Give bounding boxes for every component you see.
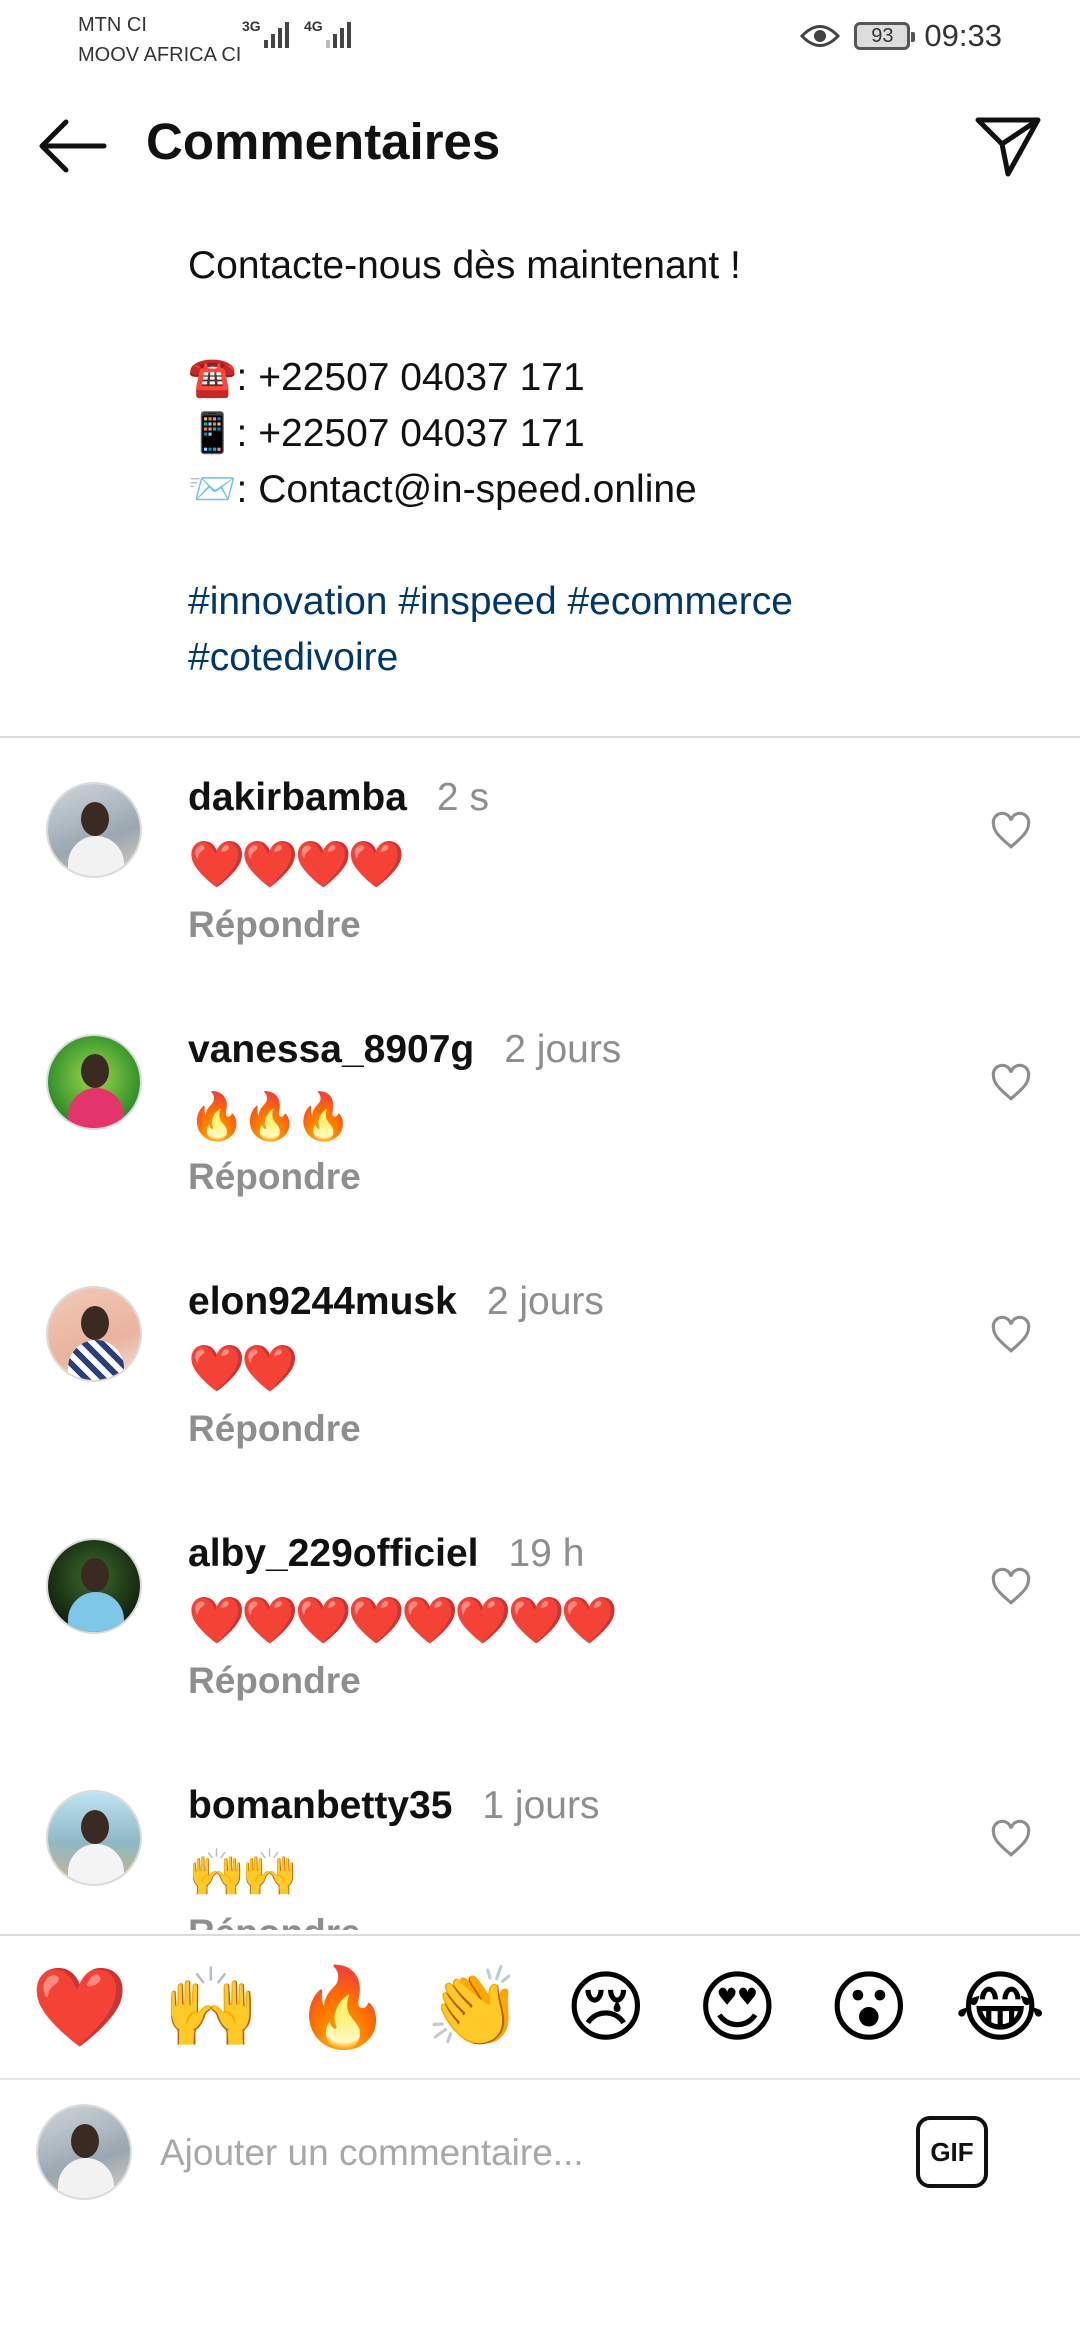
- caption-line: [188, 294, 1048, 350]
- status-bar: MTN CI MOOV AFRICA CI 3G 4G 93 09:33: [0, 0, 1080, 80]
- comment-text: ❤️❤️❤️❤️: [188, 838, 405, 890]
- emoji-heart-eyes-button[interactable]: 😍: [682, 1962, 792, 2052]
- emoji-clap-button[interactable]: 👏: [419, 1962, 529, 2052]
- avatar[interactable]: [46, 1790, 142, 1886]
- network-type-1: 3G: [242, 18, 261, 34]
- emoji-cry-button[interactable]: 😢: [551, 1962, 661, 2052]
- hashtag-link[interactable]: #innovation #inspeed #ecommerce: [188, 574, 1048, 630]
- heart-icon[interactable]: [990, 810, 1032, 852]
- comment-username[interactable]: bomanbetty35: [188, 1784, 452, 1828]
- avatar[interactable]: [46, 782, 142, 878]
- comment-text: 🔥🔥🔥: [188, 1090, 352, 1142]
- reply-button[interactable]: Répondre: [188, 904, 361, 946]
- reply-button[interactable]: Répondre: [188, 1408, 361, 1450]
- divider: [0, 736, 1080, 738]
- caption-line: 📱: +22507 04037 171: [188, 412, 585, 455]
- comment-composer: GIF: [0, 2082, 1080, 2222]
- network-type-2: 4G: [304, 18, 323, 34]
- emoji-laugh-button[interactable]: 😂: [945, 1962, 1055, 2052]
- comment-item: elon9244musk 2 jours ❤️❤️ Répondre: [0, 1244, 1080, 1496]
- comment-text: 🙌🙌: [188, 1846, 299, 1898]
- heart-icon[interactable]: [990, 1062, 1032, 1104]
- caption-line: ☎️: +22507 04037 171: [188, 356, 585, 399]
- reply-button[interactable]: Répondre: [188, 1156, 361, 1198]
- comment-item: alby_229officiel 19 h ❤️❤️❤️❤️❤️❤️❤️❤️ R…: [0, 1496, 1080, 1748]
- comment-username[interactable]: vanessa_8907g: [188, 1028, 474, 1072]
- emoji-fire-button[interactable]: 🔥: [288, 1962, 398, 2052]
- carrier-2: MOOV AFRICA CI: [78, 44, 242, 66]
- comment-text: ❤️❤️❤️❤️❤️❤️❤️❤️: [188, 1594, 618, 1646]
- comment-username[interactable]: elon9244musk: [188, 1280, 457, 1324]
- emoji-surprised-button[interactable]: 😮: [814, 1962, 924, 2052]
- comment-username[interactable]: dakirbamba: [188, 776, 407, 820]
- comment-time: 1 jours: [482, 1784, 600, 1827]
- heart-icon[interactable]: [990, 1314, 1032, 1356]
- carrier-1: MTN CI: [78, 14, 147, 36]
- header: Commentaires: [0, 90, 1080, 200]
- battery-icon: 93: [854, 22, 916, 50]
- avatar[interactable]: [46, 1538, 142, 1634]
- hashtag-link[interactable]: #cotedivoire: [188, 630, 1048, 686]
- heart-icon[interactable]: [990, 1566, 1032, 1608]
- heart-icon[interactable]: [990, 1818, 1032, 1860]
- comment-time: 2 jours: [504, 1028, 622, 1071]
- carrier-names: MTN CI MOOV AFRICA CI: [78, 10, 241, 70]
- comment-item: bomanbetty35 1 jours 🙌🙌 Répondre: [0, 1748, 1080, 1930]
- comment-time: 2 s: [436, 776, 489, 819]
- caption-line: Contacte-nous dès maintenant !: [188, 244, 741, 287]
- comment-input[interactable]: [160, 2122, 860, 2184]
- comment-time: 2 jours: [486, 1280, 604, 1323]
- comment-item: dakirbamba 2 s ❤️❤️❤️❤️ Répondre: [0, 740, 1080, 992]
- comment-username[interactable]: alby_229officiel: [188, 1532, 478, 1576]
- comment-item: vanessa_8907g 2 jours 🔥🔥🔥 Répondre: [0, 992, 1080, 1244]
- comments-list[interactable]: dakirbamba 2 s ❤️❤️❤️❤️ Répondre vanessa…: [0, 740, 1080, 1930]
- signal-icon: 3G: [242, 18, 289, 48]
- clock: 09:33: [924, 18, 1002, 53]
- post-caption: Contacte-nous dès maintenant ! ☎️: +2250…: [188, 238, 1048, 686]
- caption-line: [188, 518, 1048, 574]
- avatar[interactable]: [46, 1034, 142, 1130]
- signal-icon: 4G: [304, 18, 351, 48]
- comment-text: ❤️❤️: [188, 1342, 299, 1394]
- arrow-left-icon[interactable]: [34, 114, 108, 178]
- reply-button[interactable]: Répondre: [188, 1912, 361, 1930]
- emoji-raised-hands-button[interactable]: 🙌: [156, 1962, 266, 2052]
- emoji-heart-button[interactable]: ❤️: [25, 1962, 135, 2052]
- paper-plane-icon[interactable]: [972, 110, 1044, 182]
- caption-line: 📨: Contact@in-speed.online: [188, 468, 697, 511]
- reply-button[interactable]: Répondre: [188, 1660, 361, 1702]
- avatar: [36, 2104, 132, 2200]
- page-title: Commentaires: [146, 113, 501, 170]
- gif-button[interactable]: GIF: [916, 2116, 988, 2188]
- comment-time: 19 h: [508, 1532, 585, 1575]
- eye-icon: [800, 25, 841, 47]
- emoji-quick-bar: ❤️ 🙌 🔥 👏 😢 😍 😮 😂: [0, 1934, 1080, 2080]
- avatar[interactable]: [46, 1286, 142, 1382]
